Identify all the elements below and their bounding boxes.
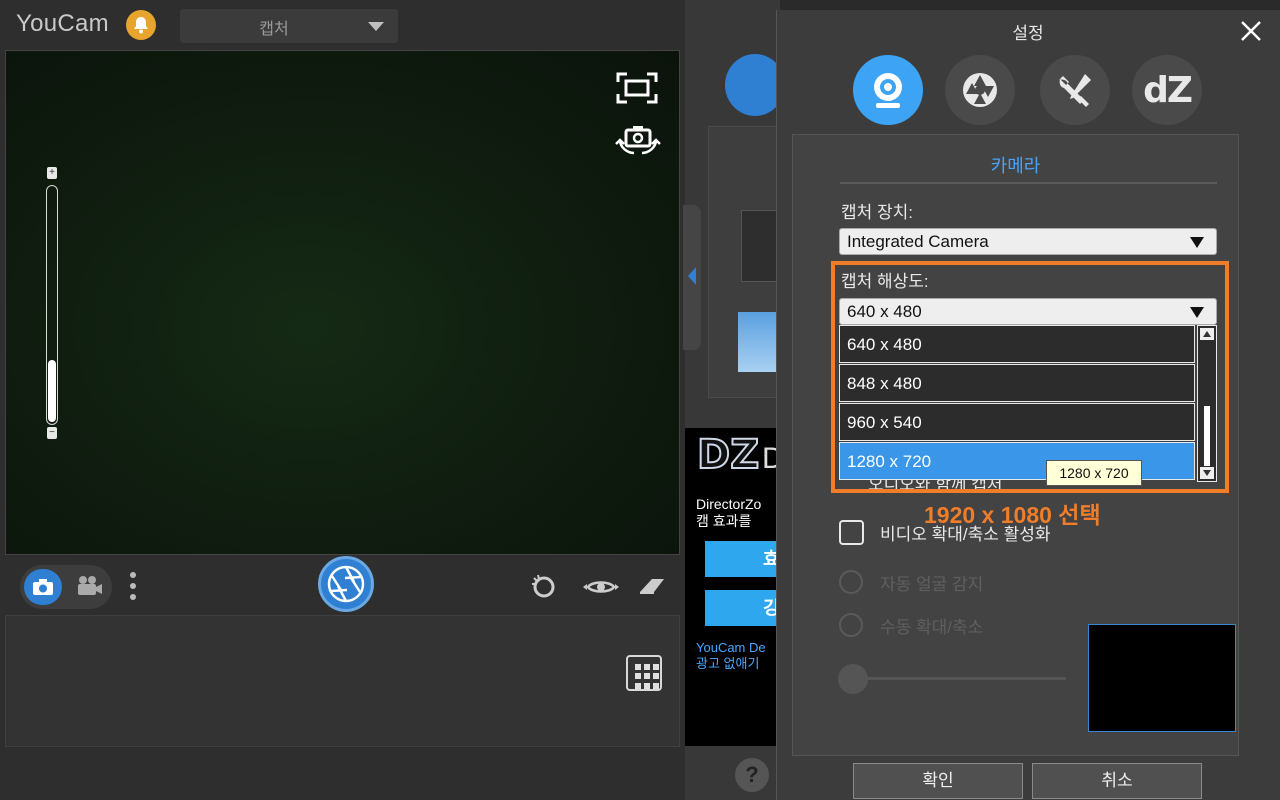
help-button[interactable]: ? [735,758,769,792]
grid-view-icon[interactable] [626,655,662,691]
ad-button[interactable]: 깅 [705,590,785,626]
annotation-highlight-box [831,261,1229,493]
ok-button[interactable]: 확인 [853,763,1023,799]
fit-screen-icon[interactable] [616,72,658,109]
directorzone-icon: dZ [1143,69,1193,111]
effect-thumbnail[interactable] [738,312,778,372]
section-title: 카메라 [990,156,1041,176]
shutter-button[interactable] [318,556,374,612]
divider [840,182,1217,184]
mode-dropdown[interactable]: 캡처 [180,9,398,43]
manual-zoom-label: 수동 확대/축소 [880,618,984,637]
capture-device-label: 캡처 장치: [841,203,914,222]
zoom-level-slider[interactable] [854,677,1066,680]
zoom-slider-thumb[interactable] [48,360,56,422]
dialog-title: 설정 [1012,24,1044,43]
flip-camera-icon[interactable] [614,122,662,161]
ad-footer[interactable]: YouCam De 광고 없애기 [696,640,786,672]
capture-device-dropdown[interactable]: Integrated Camera [839,228,1217,255]
webcam-icon [874,73,902,108]
close-icon[interactable] [1238,18,1264,44]
ad-text-line: 캠 효과를 [696,513,752,529]
video-mode-icon[interactable] [76,575,104,602]
media-tray [5,615,680,747]
tools-icon [1059,74,1091,107]
manual-zoom-radio[interactable] [839,613,863,637]
eye-effect-icon[interactable] [582,578,620,601]
chevron-left-icon [688,267,696,285]
auto-face-detect-radio[interactable] [839,570,863,594]
eraser-icon[interactable] [638,576,666,601]
capture-device-value: Integrated Camera [847,232,989,251]
zoom-preview [1088,624,1236,732]
tab-capture[interactable] [945,55,1015,125]
camera-preview [5,50,680,555]
tab-tools[interactable] [1040,55,1110,125]
zoom-in-icon[interactable]: + [47,167,57,179]
ad-text: DirectorZo 캠 효과를 [696,496,786,530]
notification-bell-icon[interactable] [126,10,156,40]
chevron-down-icon [1190,237,1204,248]
ad-footer-line: YouCam De [696,640,766,655]
video-zoom-label: 비디오 확대/축소 활성화 [880,525,1051,544]
ad-button[interactable]: 효 [705,541,785,577]
face-effect-icon[interactable] [530,574,558,603]
tab-directorzone[interactable]: dZ [1132,55,1202,125]
app-logo: YouCam [16,10,109,37]
effect-thumbnail[interactable] [741,210,781,282]
ad-logo: DZ [696,431,760,479]
zoom-out-icon[interactable]: − [47,427,57,439]
photo-mode-icon[interactable] [24,569,62,605]
more-options-icon[interactable] [130,572,138,602]
cancel-button[interactable]: 취소 [1032,763,1202,799]
auto-face-detect-label: 자동 얼굴 감지 [880,575,984,594]
tab-camera[interactable] [853,55,923,125]
zoom-level-slider-thumb[interactable] [838,664,868,694]
ad-text-line: DirectorZo [696,496,762,512]
video-zoom-checkbox[interactable] [839,520,864,545]
chevron-down-icon [368,22,384,31]
mode-dropdown-label: 캡처 [259,21,289,38]
ad-footer-line: 광고 없애기 [696,656,760,671]
aperture-icon [963,73,997,107]
